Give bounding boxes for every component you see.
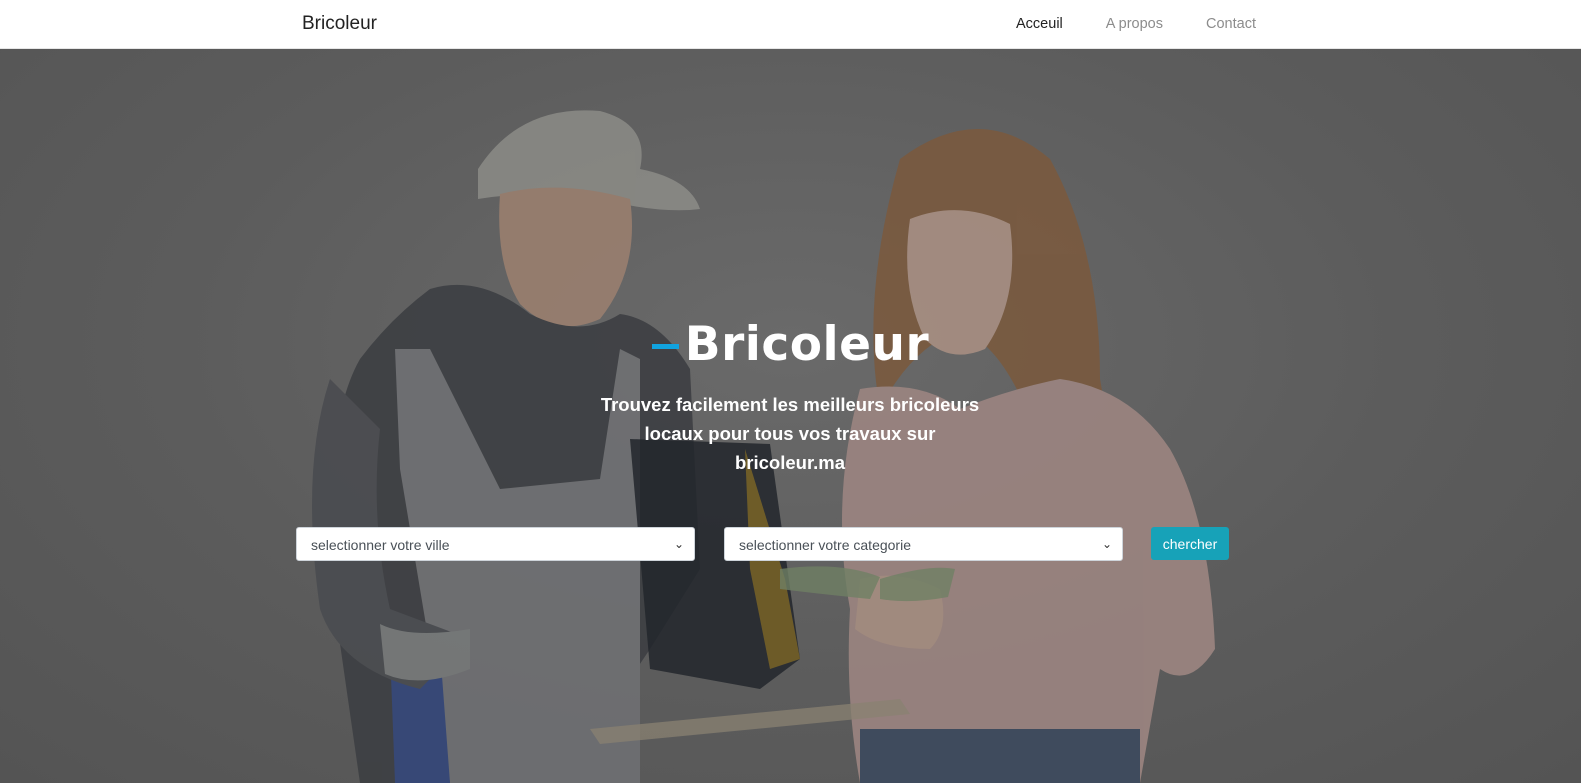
ville-select-value: selectionner votre ville xyxy=(311,537,450,553)
search-button[interactable]: chercher xyxy=(1151,527,1229,560)
top-navbar: Bricoleur Acceuil A propos Contact xyxy=(0,0,1581,49)
nav-link-a-propos[interactable]: A propos xyxy=(1106,16,1163,32)
categorie-select[interactable]: selectionner votre categorie ⌄ xyxy=(724,527,1123,561)
title-accent-dash xyxy=(651,344,679,349)
hero-tagline: Trouvez facilement les meilleurs bricole… xyxy=(600,394,980,473)
categorie-select-value: selectionner votre categorie xyxy=(739,537,911,553)
hero-title-text: Bricoleur xyxy=(684,317,930,372)
nav-link-contact[interactable]: Contact xyxy=(1206,16,1256,32)
ville-select[interactable]: selectionner votre ville ⌄ xyxy=(296,527,695,561)
nav-links: Acceuil A propos Contact xyxy=(1016,16,1256,32)
hero-section: Bricoleur Trouvez facilement les meilleu… xyxy=(0,49,1581,783)
chevron-down-icon: ⌄ xyxy=(1101,537,1113,551)
hero-title: Bricoleur xyxy=(0,317,1581,372)
chevron-down-icon: ⌄ xyxy=(673,537,685,551)
nav-link-acceuil[interactable]: Acceuil xyxy=(1016,16,1063,32)
brand-logo-link[interactable]: Bricoleur xyxy=(302,13,377,35)
